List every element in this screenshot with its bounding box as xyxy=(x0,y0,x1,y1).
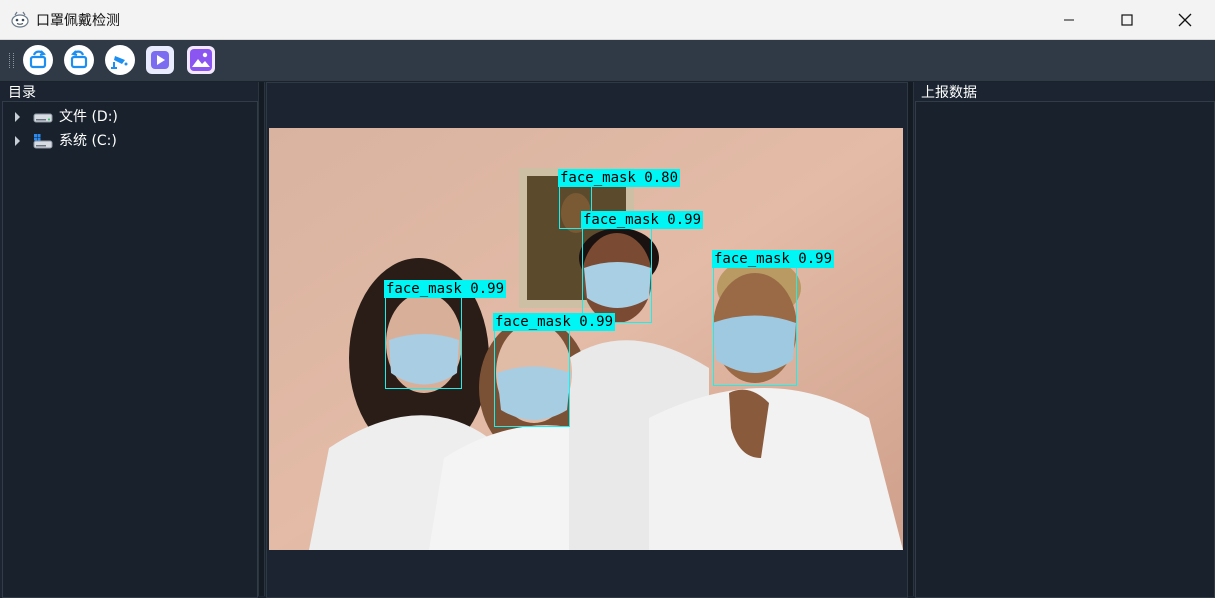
detection-box xyxy=(494,330,570,427)
report-data-panel xyxy=(915,101,1215,598)
detection-label: face_mask 0.99 xyxy=(493,313,616,331)
tree-item-drive-d[interactable]: 文件 (D:) xyxy=(11,107,251,127)
expand-arrow-icon[interactable] xyxy=(14,111,22,123)
open-folder-button[interactable] xyxy=(23,45,53,75)
left-splitter[interactable] xyxy=(258,82,265,596)
detection-box xyxy=(713,267,797,386)
detection-label: face_mask 0.99 xyxy=(384,280,507,298)
expand-arrow-icon[interactable] xyxy=(14,135,22,147)
toolbar-grip[interactable] xyxy=(9,53,14,68)
refresh-icon xyxy=(70,50,88,69)
drive-icon xyxy=(33,113,53,123)
window-title: 口罩佩戴检测 xyxy=(36,13,120,29)
detection-label: face_mask 0.80 xyxy=(558,169,681,187)
refresh-button[interactable] xyxy=(64,45,94,75)
right-splitter[interactable] xyxy=(907,82,914,596)
detection-label: face_mask 0.99 xyxy=(712,250,835,268)
directory-tree: 文件 (D:) 系统 (C:) xyxy=(2,101,258,598)
minimize-button[interactable] xyxy=(1040,0,1098,39)
detection-box xyxy=(385,297,462,389)
directory-title: 目录 xyxy=(8,85,36,101)
system-drive-icon xyxy=(33,134,53,149)
maximize-icon xyxy=(1121,14,1133,26)
maximize-button[interactable] xyxy=(1098,0,1156,39)
close-button[interactable] xyxy=(1156,0,1214,39)
camera-button[interactable] xyxy=(105,45,135,75)
app-icon xyxy=(11,11,29,28)
play-icon xyxy=(151,51,169,69)
tree-item-drive-c[interactable]: 系统 (C:) xyxy=(11,131,251,151)
image-icon xyxy=(190,49,212,71)
open-folder-icon xyxy=(29,50,47,69)
video-play-button[interactable] xyxy=(146,46,174,74)
minimize-icon xyxy=(1064,19,1074,21)
report-data-title: 上报数据 xyxy=(921,85,977,101)
close-icon xyxy=(1178,13,1192,27)
tree-item-label: 文件 (D:) xyxy=(59,109,118,125)
tree-item-label: 系统 (C:) xyxy=(59,133,117,149)
title-bar: 口罩佩戴检测 xyxy=(0,0,1215,40)
detection-box xyxy=(582,228,652,323)
camera-icon xyxy=(111,56,128,69)
toolbar xyxy=(0,40,1215,82)
image-button[interactable] xyxy=(187,46,215,74)
detection-label: face_mask 0.99 xyxy=(581,211,704,229)
